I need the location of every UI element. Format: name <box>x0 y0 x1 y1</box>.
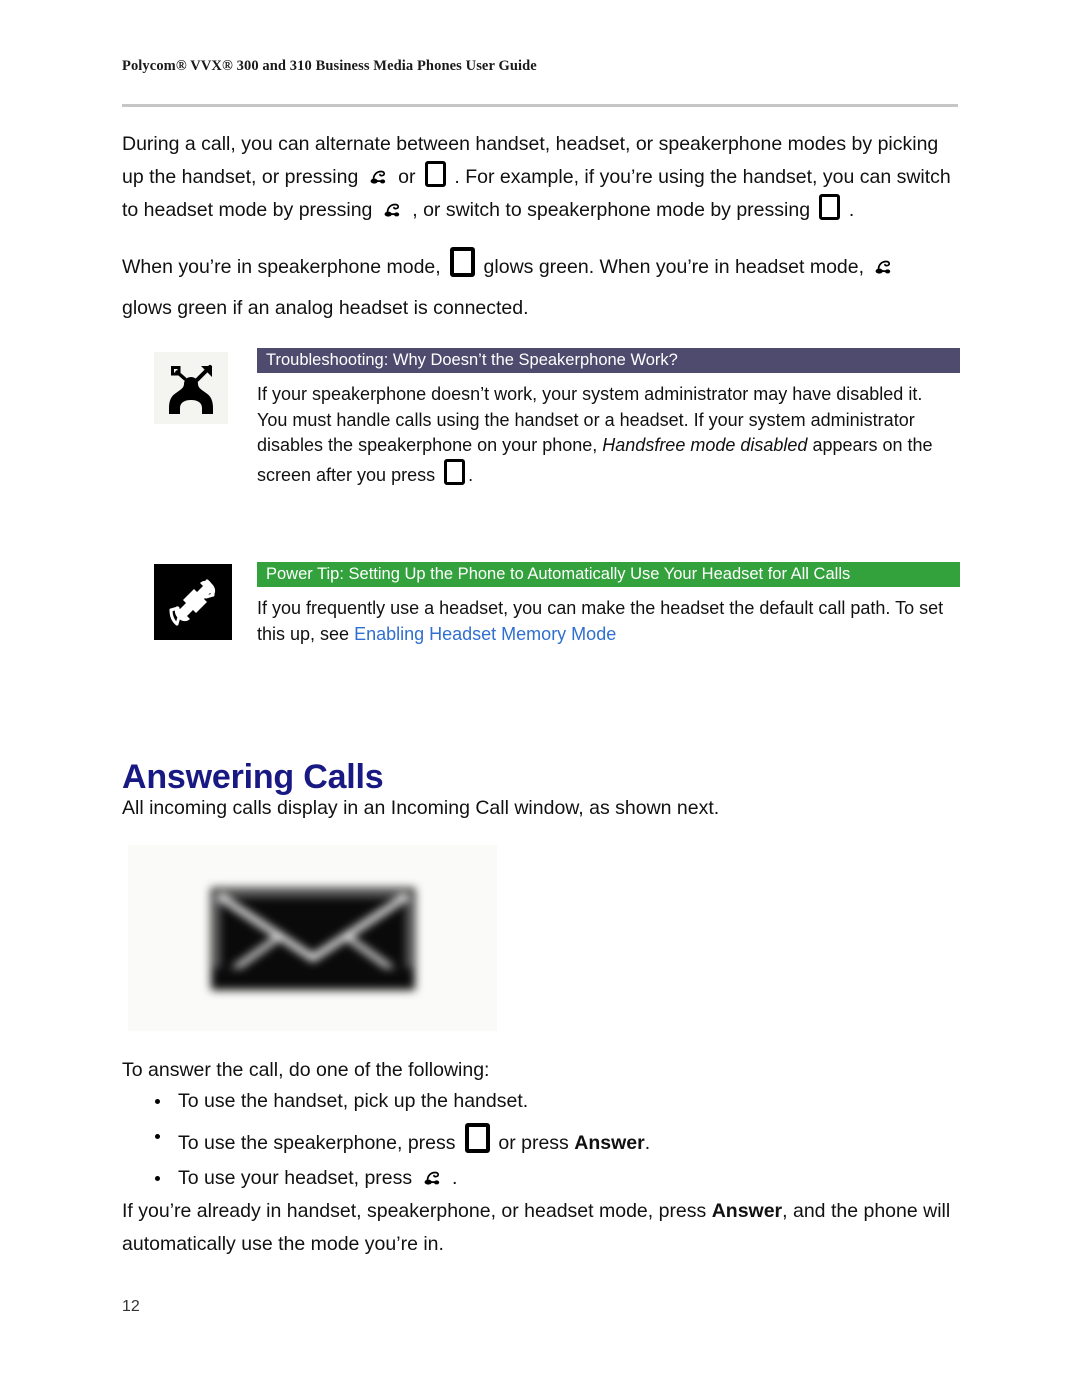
paragraph-already-text-1: If you’re already in handset, speakerpho… <box>122 1200 707 1222</box>
headset-icon <box>423 1169 443 1187</box>
bullet-icon <box>155 1134 160 1139</box>
callout-title-bar: Troubleshooting: Why Doesn’t the Speaker… <box>257 348 960 373</box>
document-page: Polycom® VVX® 300 and 310 Business Media… <box>0 0 1080 1397</box>
list-lead-text: To answer the call, do one of the follow… <box>122 1059 490 1081</box>
bullet-icon <box>155 1099 160 1104</box>
running-header: Polycom® VVX® 300 and 310 Business Media… <box>122 58 537 74</box>
paragraph-modes-text-2: or <box>398 166 416 188</box>
callout-text: If your speakerphone doesn’t work, your … <box>257 382 957 488</box>
envelope-message-icon <box>203 882 423 994</box>
list-item-text-after: . <box>644 1132 651 1154</box>
page-title: Answering Calls <box>122 757 384 796</box>
softkey-label-answer: Answer <box>711 1200 783 1222</box>
paragraph-glow-text-2: glows green. When you’re in headset mode… <box>483 256 865 278</box>
paragraph-glow: When you’re in speakerphone mode, glows … <box>122 247 962 325</box>
paragraph-modes: During a call, you can alternate between… <box>122 128 962 227</box>
speakerphone-icon <box>819 194 841 220</box>
list-item: To use your headset, press . <box>122 1165 922 1191</box>
headset-icon <box>874 258 894 276</box>
list-item: To use the handset, pick up the handset. <box>122 1088 922 1114</box>
speakerphone-icon <box>444 458 466 485</box>
figure-incoming-call <box>128 845 497 1031</box>
speakerphone-icon <box>450 247 476 277</box>
callout-power-tip: Power Tip: Setting Up the Phone to Autom… <box>154 562 960 647</box>
paragraph-glow-text-3: glows green if an analog headset is conn… <box>122 297 529 319</box>
callout-text-italic: Handsfree mode disabled <box>602 435 808 455</box>
handset-diagonal-icon <box>154 564 232 640</box>
callout-troubleshooting: Troubleshooting: Why Doesn’t the Speaker… <box>154 348 960 488</box>
phone-offhook-arrow-icon <box>154 352 228 424</box>
callout-text-part-3: . <box>468 464 474 485</box>
list-item-text-middle: or press <box>498 1132 569 1154</box>
cross-reference-link[interactable]: Enabling Headset Memory Mode <box>354 624 616 644</box>
list-item-text: To use your headset, press <box>178 1167 413 1189</box>
list-item-text-after: . <box>451 1167 458 1189</box>
callout-text: If you frequently use a headset, you can… <box>257 596 957 647</box>
paragraph-incoming-call: All incoming calls display in an Incomin… <box>122 792 962 825</box>
callout-body: Troubleshooting: Why Doesn’t the Speaker… <box>257 348 960 488</box>
list-item-text: To use the speakerphone, press <box>178 1132 456 1154</box>
paragraph-already-in-mode: If you’re already in handset, speakerpho… <box>122 1195 962 1261</box>
header-divider <box>122 104 958 107</box>
paragraph-glow-text-1: When you’re in speakerphone mode, <box>122 256 441 278</box>
paragraph-modes-text-4: , or switch to speakerphone mode by pres… <box>412 199 811 221</box>
callout-body: Power Tip: Setting Up the Phone to Autom… <box>257 562 960 647</box>
answer-options-list: To use the handset, pick up the handset.… <box>122 1088 922 1200</box>
callout-title-bar: Power Tip: Setting Up the Phone to Autom… <box>257 562 960 587</box>
bullet-icon <box>155 1176 160 1181</box>
list-item-text: To use the handset, pick up the handset. <box>178 1090 529 1112</box>
list-item: To use the speakerphone, press or press … <box>122 1123 922 1156</box>
headset-icon <box>369 168 389 186</box>
page-number: 12 <box>122 1298 140 1315</box>
headset-icon <box>383 201 403 219</box>
list-item-softkey-label: Answer <box>574 1132 645 1154</box>
speakerphone-icon <box>464 1123 490 1153</box>
paragraph-modes-text-5: . <box>848 199 855 221</box>
paragraph-incoming-call-text: All incoming calls display in an Incomin… <box>122 797 720 819</box>
speakerphone-icon <box>424 161 446 187</box>
